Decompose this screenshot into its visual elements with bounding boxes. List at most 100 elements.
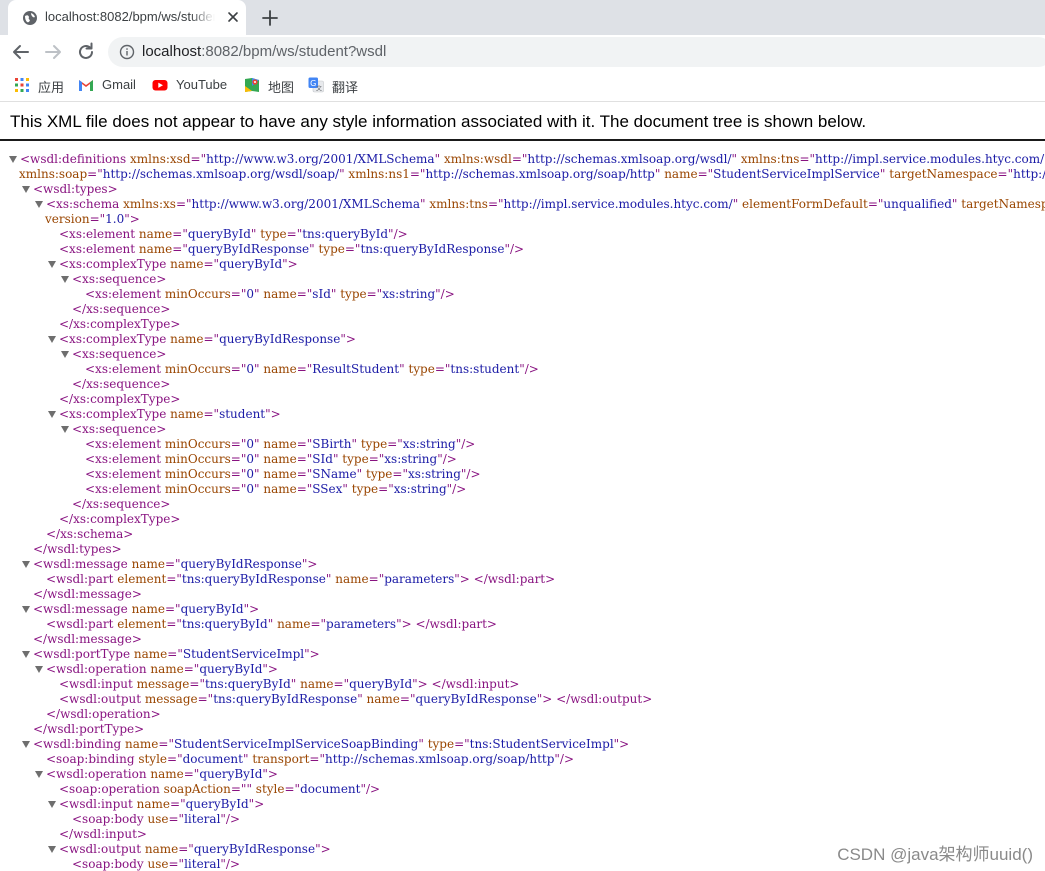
collapse-toggle-icon[interactable] <box>35 666 43 673</box>
collapse-toggle-icon[interactable] <box>35 201 43 208</box>
collapse-toggle-icon[interactable] <box>61 276 69 283</box>
xml-tag: "> <box>340 332 356 346</box>
bookmark-maps[interactable]: 地图 <box>244 76 296 95</box>
bookmark-translate[interactable]: G 文 翻译 <box>308 76 360 95</box>
address-bar[interactable]: localhost:8082/bpm/ws/student?wsdl <box>108 37 1045 67</box>
xml-attr-name: type <box>427 737 455 751</box>
collapse-toggle-icon[interactable] <box>48 336 56 343</box>
xml-attr-name: name <box>133 647 168 661</box>
collapse-toggle-icon[interactable] <box>22 561 30 568</box>
collapse-toggle-icon[interactable] <box>48 801 56 808</box>
xml-attr-value: tns:StudentServiceImpl <box>469 737 614 751</box>
xml-tag: <wsdl:types> <box>33 182 118 196</box>
xml-attr-value: tns:queryById <box>181 617 268 631</box>
xml-attr-value: queryByIdResponse <box>187 242 310 256</box>
xml-attr-name: name <box>263 482 297 496</box>
collapse-toggle-icon[interactable] <box>22 741 30 748</box>
xml-tag: =" <box>189 677 205 691</box>
xml-attr-value: http://schemas.xmlsoap.org/soap/http <box>425 167 655 181</box>
xml-tag: <xs:element <box>85 362 165 376</box>
xml-tag: =" <box>284 782 301 796</box>
collapse-toggle-icon[interactable] <box>61 351 69 358</box>
collapse-toggle-icon[interactable] <box>22 186 30 193</box>
collapse-toggle-icon[interactable] <box>48 411 56 418</box>
xml-attr-name: element <box>117 572 167 586</box>
xml-tag: =" <box>296 482 313 496</box>
xml-line: <wsdl:operation name="queryById"> <box>46 767 278 782</box>
xml-tag: " <box>357 692 367 706</box>
collapse-toggle-icon[interactable] <box>22 651 30 658</box>
xml-line: </wsdl:message> <box>33 632 142 647</box>
xml-tag: "/> <box>435 287 455 301</box>
xml-tag: =" <box>178 842 194 856</box>
xml-attr-value: 0 <box>246 437 254 451</box>
xml-attr-value: sId <box>312 287 331 301</box>
collapse-toggle-icon[interactable] <box>22 606 30 613</box>
xml-tag: "/> <box>437 452 457 466</box>
xml-tag: </xs:sequence> <box>72 302 171 316</box>
xml-tag: =" <box>87 167 103 181</box>
xml-tag: =" <box>190 152 207 166</box>
xml-tag: "/> <box>554 752 575 766</box>
collapse-toggle-icon[interactable] <box>35 771 43 778</box>
xml-tag: <wsdl:input <box>59 677 137 691</box>
info-icon[interactable] <box>119 44 135 60</box>
url-host: localhost <box>142 43 202 60</box>
xml-tag: =" <box>203 407 220 421</box>
tab-active[interactable]: localhost:8082/bpm/ws/student?wsdl <box>8 0 246 35</box>
xml-tag: " <box>654 167 665 181</box>
xml-tag: =" <box>296 437 313 451</box>
apps-grid-icon <box>15 78 29 92</box>
bookmark-label: 应用 <box>38 80 65 95</box>
xml-attr-value: parameters <box>384 572 455 586</box>
collapse-toggle-icon[interactable] <box>48 261 56 268</box>
xml-attr-value: document <box>300 782 361 796</box>
reload-icon[interactable] <box>75 41 97 63</box>
xml-attr-name: minOccurs <box>164 287 231 301</box>
xml-attr-name: xmlns:xsd <box>130 152 191 166</box>
xml-tag: =" <box>296 362 313 376</box>
xml-line: </xs:complexType> <box>59 512 180 527</box>
xml-line: </wsdl:message> <box>33 587 142 602</box>
bookmark-gmail[interactable]: Gmail <box>78 76 140 94</box>
xml-tag: <xs:element <box>85 287 165 301</box>
xml-attr-name: name <box>263 452 297 466</box>
xml-line: </wsdl:portType> <box>33 722 144 737</box>
xml-line: <wsdl:input message="tns:queryById" name… <box>59 677 519 692</box>
back-arrow-icon[interactable] <box>10 41 32 63</box>
xml-tag: =" <box>997 167 1014 181</box>
xml-attr-name: name <box>263 362 297 376</box>
xml-attr-name: name <box>138 227 173 241</box>
xml-attr-name: name <box>150 767 184 781</box>
xml-attr-value: xs:string <box>393 482 447 496</box>
close-icon[interactable] <box>225 9 241 25</box>
xml-tag: =" <box>399 692 416 706</box>
xml-attr-value: tns:queryById <box>204 677 291 691</box>
xml-tag: <wsdl:operation <box>46 767 151 781</box>
collapse-toggle-icon[interactable] <box>48 846 56 853</box>
xml-tag: "/> <box>519 362 539 376</box>
forward-arrow-icon[interactable] <box>42 41 64 63</box>
xml-attr-name: name <box>131 602 165 616</box>
xml-attr-value: queryById <box>180 602 244 616</box>
collapse-toggle-icon[interactable] <box>9 156 17 163</box>
xml-line: <xs:element name="queryByIdResponse" typ… <box>59 242 524 257</box>
xml-tag: =" <box>487 197 504 211</box>
xml-attr-name: name <box>136 797 171 811</box>
xml-attr-value: StudentServiceImplServiceSoapBinding <box>174 737 419 751</box>
xml-tag: =" <box>230 482 247 496</box>
new-tab-icon[interactable] <box>259 7 281 29</box>
xml-attr-value: 0 <box>246 452 254 466</box>
xml-tag: "> <box>262 662 278 676</box>
xml-attr-name: style <box>138 752 168 766</box>
collapse-toggle-icon[interactable] <box>61 426 69 433</box>
xml-tag: "/> <box>360 782 381 796</box>
bookmark-apps[interactable]: 应用 <box>14 76 74 95</box>
xml-tag: <xs:element <box>85 437 165 451</box>
xml-tag: <wsdl:operation <box>46 662 151 676</box>
bookmark-youtube[interactable]: YouTube <box>152 76 232 94</box>
xml-attr-value: queryById <box>187 227 251 241</box>
xml-tag: =" <box>203 257 220 271</box>
xml-attr-value: queryById <box>199 767 263 781</box>
xml-line: </xs:sequence> <box>72 377 170 392</box>
